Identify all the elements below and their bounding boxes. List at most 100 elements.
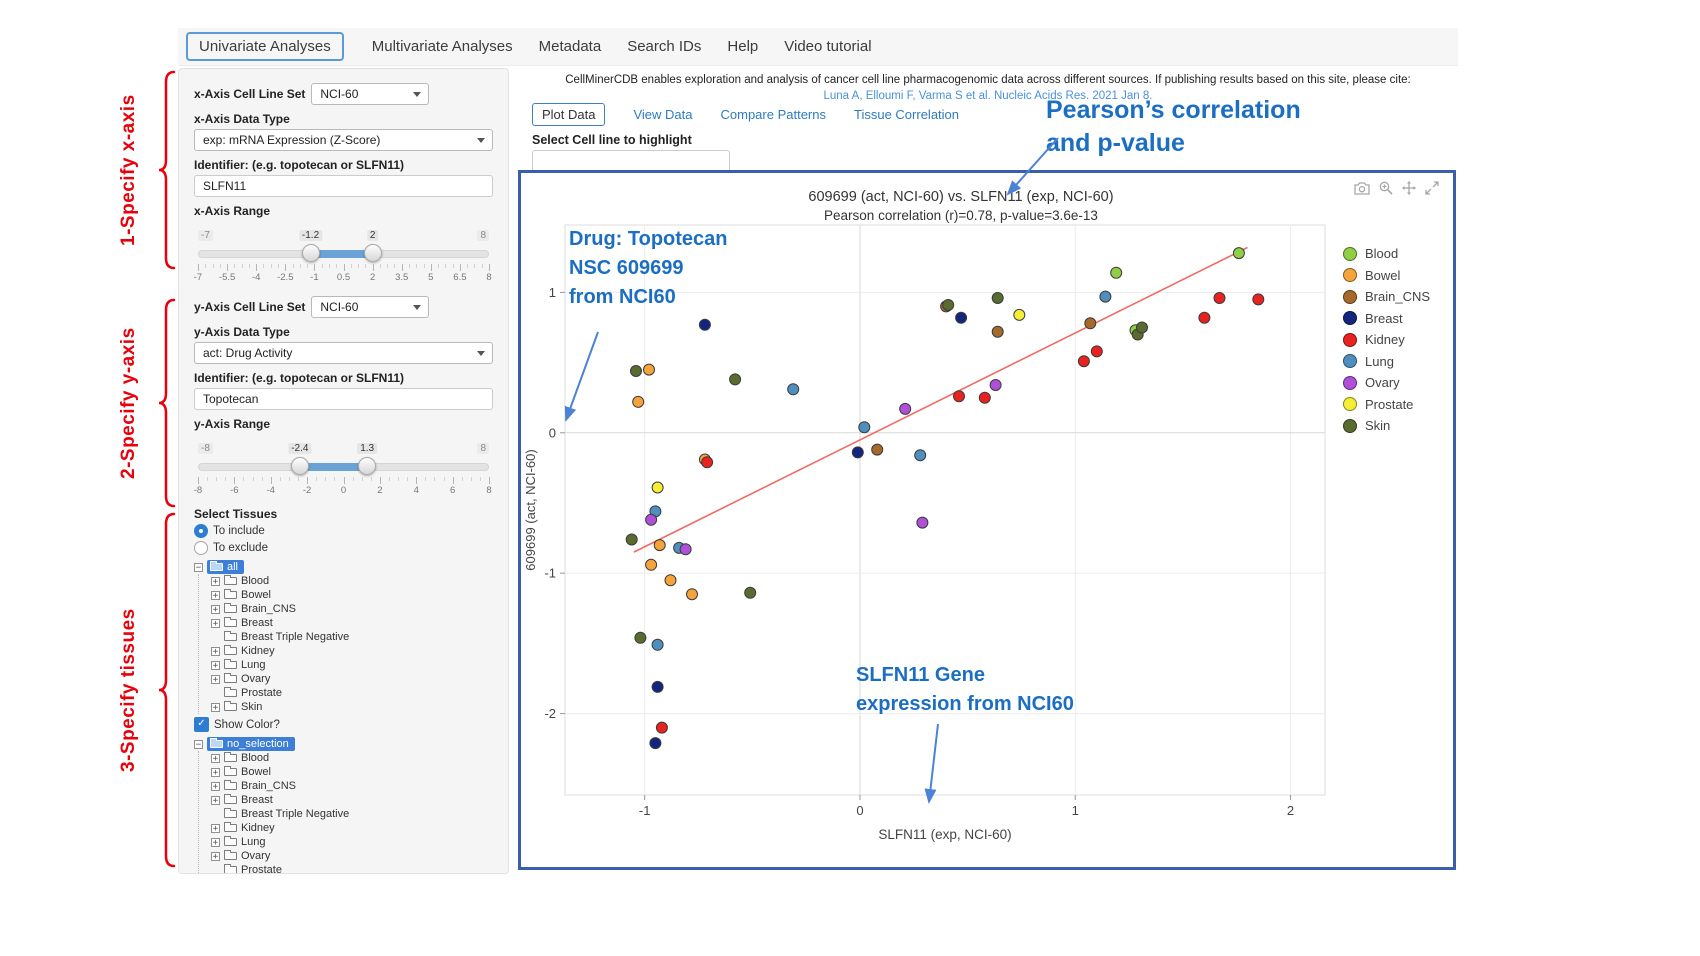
y-cell-line-set-select[interactable]: NCI-60	[311, 296, 429, 318]
scatter-point	[788, 384, 799, 395]
legend-item-breast[interactable]: Breast	[1343, 308, 1430, 330]
tab-compare-patterns[interactable]: Compare Patterns	[721, 107, 827, 122]
radio-button[interactable]	[194, 524, 208, 538]
tree-item-skin[interactable]: +Skin	[211, 700, 493, 714]
y-data-type-select[interactable]: act: Drug Activity	[194, 342, 493, 364]
nav-item-search-ids[interactable]: Search IDs	[627, 33, 701, 60]
tab-tissue-correlation[interactable]: Tissue Correlation	[854, 107, 959, 122]
legend-item-skin[interactable]: Skin	[1343, 415, 1430, 437]
tree-item-ovary[interactable]: +Ovary	[211, 672, 493, 686]
nav-item-metadata[interactable]: Metadata	[539, 33, 602, 60]
legend-item-kidney[interactable]: Kidney	[1343, 329, 1430, 351]
x-cell-line-set-select[interactable]: NCI-60	[311, 83, 429, 105]
pearson-callout-line: Pearson’s correlation	[1046, 94, 1301, 127]
tree-item-bowel[interactable]: +Bowel	[211, 765, 493, 779]
slider-handle-to[interactable]	[364, 244, 382, 262]
legend-item-ovary[interactable]: Ovary	[1343, 372, 1430, 394]
expand-icon[interactable]: +	[211, 647, 220, 656]
expand-icon[interactable]: +	[211, 605, 220, 614]
tree-item-breast[interactable]: + Breast	[211, 793, 493, 807]
zoom-in-icon[interactable]	[1379, 181, 1393, 195]
tree-item-breast-triple-negative[interactable]: +Breast Triple Negative	[211, 630, 493, 644]
scatter-point	[990, 380, 1001, 391]
x-data-type-select[interactable]: exp: mRNA Expression (Z-Score)	[194, 129, 493, 151]
tree-label-wrap: Breast Triple Negative	[224, 631, 349, 643]
legend-item-prostate[interactable]: Prostate	[1343, 394, 1430, 416]
x-range-slider[interactable]: -78-1.22-7-5.5-4-2.5-10.523.556.58	[198, 236, 489, 284]
tree-item-kidney[interactable]: +Kidney	[211, 644, 493, 658]
slider-handle-to[interactable]	[358, 457, 376, 475]
radio-button[interactable]	[194, 541, 208, 555]
tree-item-prostate[interactable]: +Prostate	[211, 863, 493, 874]
scatter-point	[900, 403, 911, 414]
camera-icon[interactable]	[1354, 181, 1370, 195]
expand-icon[interactable]: +	[211, 768, 220, 777]
legend-item-bowel[interactable]: Bowel	[1343, 265, 1430, 287]
tab-plot-data[interactable]: Plot Data	[532, 103, 605, 126]
pan-icon[interactable]	[1402, 181, 1416, 195]
nav-item-video-tutorial[interactable]: Video tutorial	[784, 33, 871, 60]
x-data-type-value: exp: mRNA Expression (Z-Score)	[203, 133, 380, 147]
slider-handle-from[interactable]	[291, 457, 309, 475]
y-range-slider[interactable]: -88-2.41.3-8-6-4-202468	[198, 449, 489, 497]
nav-item-univariate-analyses[interactable]: Univariate Analyses	[186, 32, 344, 61]
collapse-icon[interactable]: −	[194, 740, 203, 749]
expand-icon[interactable]: +	[211, 796, 220, 805]
tree-item-kidney[interactable]: +Kidney	[211, 821, 493, 835]
expand-icon[interactable]: +	[211, 661, 220, 670]
x-identifier-input[interactable]	[194, 175, 493, 197]
expand-icon[interactable]: +	[211, 577, 220, 586]
nav-item-multivariate-analyses[interactable]: Multivariate Analyses	[372, 33, 513, 60]
scatter-point	[852, 447, 863, 458]
tree-item-prostate[interactable]: +Prostate	[211, 686, 493, 700]
slider-tick-label: 6.5	[453, 272, 466, 283]
radio-to-exclude[interactable]: To exclude	[194, 541, 493, 555]
tree-item-breast-triple-negative[interactable]: +Breast Triple Negative	[211, 807, 493, 821]
legend-marker	[1343, 376, 1357, 390]
autoscale-icon[interactable]	[1425, 181, 1439, 195]
y-identifier-input[interactable]	[194, 388, 493, 410]
expand-icon[interactable]: +	[211, 619, 220, 628]
tree-item-brain-cns[interactable]: +Brain_CNS	[211, 779, 493, 793]
tree-item-breast[interactable]: +Breast	[211, 616, 493, 630]
legend-item-lung[interactable]: Lung	[1343, 351, 1430, 373]
expand-icon[interactable]: +	[211, 782, 220, 791]
collapse-icon[interactable]: −	[194, 563, 203, 572]
legend-item-blood[interactable]: Blood	[1343, 243, 1430, 265]
slider-tick-label: -4	[267, 485, 275, 496]
legend-item-brain-cns[interactable]: Brain_CNS	[1343, 286, 1430, 308]
slider-handle-from[interactable]	[302, 244, 320, 262]
sidebar: x-Axis Cell Line Set NCI-60 x-Axis Data …	[178, 68, 509, 874]
expand-icon[interactable]: +	[211, 754, 220, 763]
nav-item-help[interactable]: Help	[727, 33, 758, 60]
tab-view-data[interactable]: View Data	[633, 107, 692, 122]
tissue-tree-include: −all+Blood+Bowel+Brain_CNS+Breast+Breast…	[194, 560, 493, 714]
tree-item-blood[interactable]: +Blood	[211, 574, 493, 588]
tree-item-no-selection[interactable]: −no_selection	[194, 737, 493, 751]
expand-icon[interactable]: +	[211, 824, 220, 833]
tree-label-wrap: Breast	[224, 794, 273, 806]
highlight-label: Select Cell line to highlight	[532, 133, 692, 147]
tree-item-blood[interactable]: +Blood	[211, 751, 493, 765]
scatter-point	[992, 293, 1003, 304]
show-color-checkbox[interactable]: ✓	[194, 717, 209, 732]
slider-max-label: 8	[477, 230, 489, 241]
tree-item-lung[interactable]: +Lung	[211, 835, 493, 849]
show-color-label: Show Color?	[214, 719, 280, 731]
tree-item-all[interactable]: −all	[194, 560, 493, 574]
expand-icon[interactable]: +	[211, 703, 220, 712]
tree-item-lung[interactable]: +Lung	[211, 658, 493, 672]
tree-item-brain-cns[interactable]: +Brain_CNS	[211, 602, 493, 616]
tree-item-ovary[interactable]: +Ovary	[211, 849, 493, 863]
show-color-row[interactable]: ✓ Show Color?	[194, 717, 493, 732]
expand-icon[interactable]: +	[211, 675, 220, 684]
tree-item-bowel[interactable]: +Bowel	[211, 588, 493, 602]
folder-icon	[224, 782, 237, 790]
expand-icon[interactable]: +	[211, 591, 220, 600]
radio-to-include[interactable]: To include	[194, 524, 493, 538]
expand-icon[interactable]: +	[211, 852, 220, 861]
citation-link[interactable]: Luna A, Elloumi F, Varma S et al. Nuclei…	[520, 89, 1456, 104]
scatter-point	[1233, 248, 1244, 259]
expand-icon[interactable]: +	[211, 838, 220, 847]
scatter-point	[650, 738, 661, 749]
